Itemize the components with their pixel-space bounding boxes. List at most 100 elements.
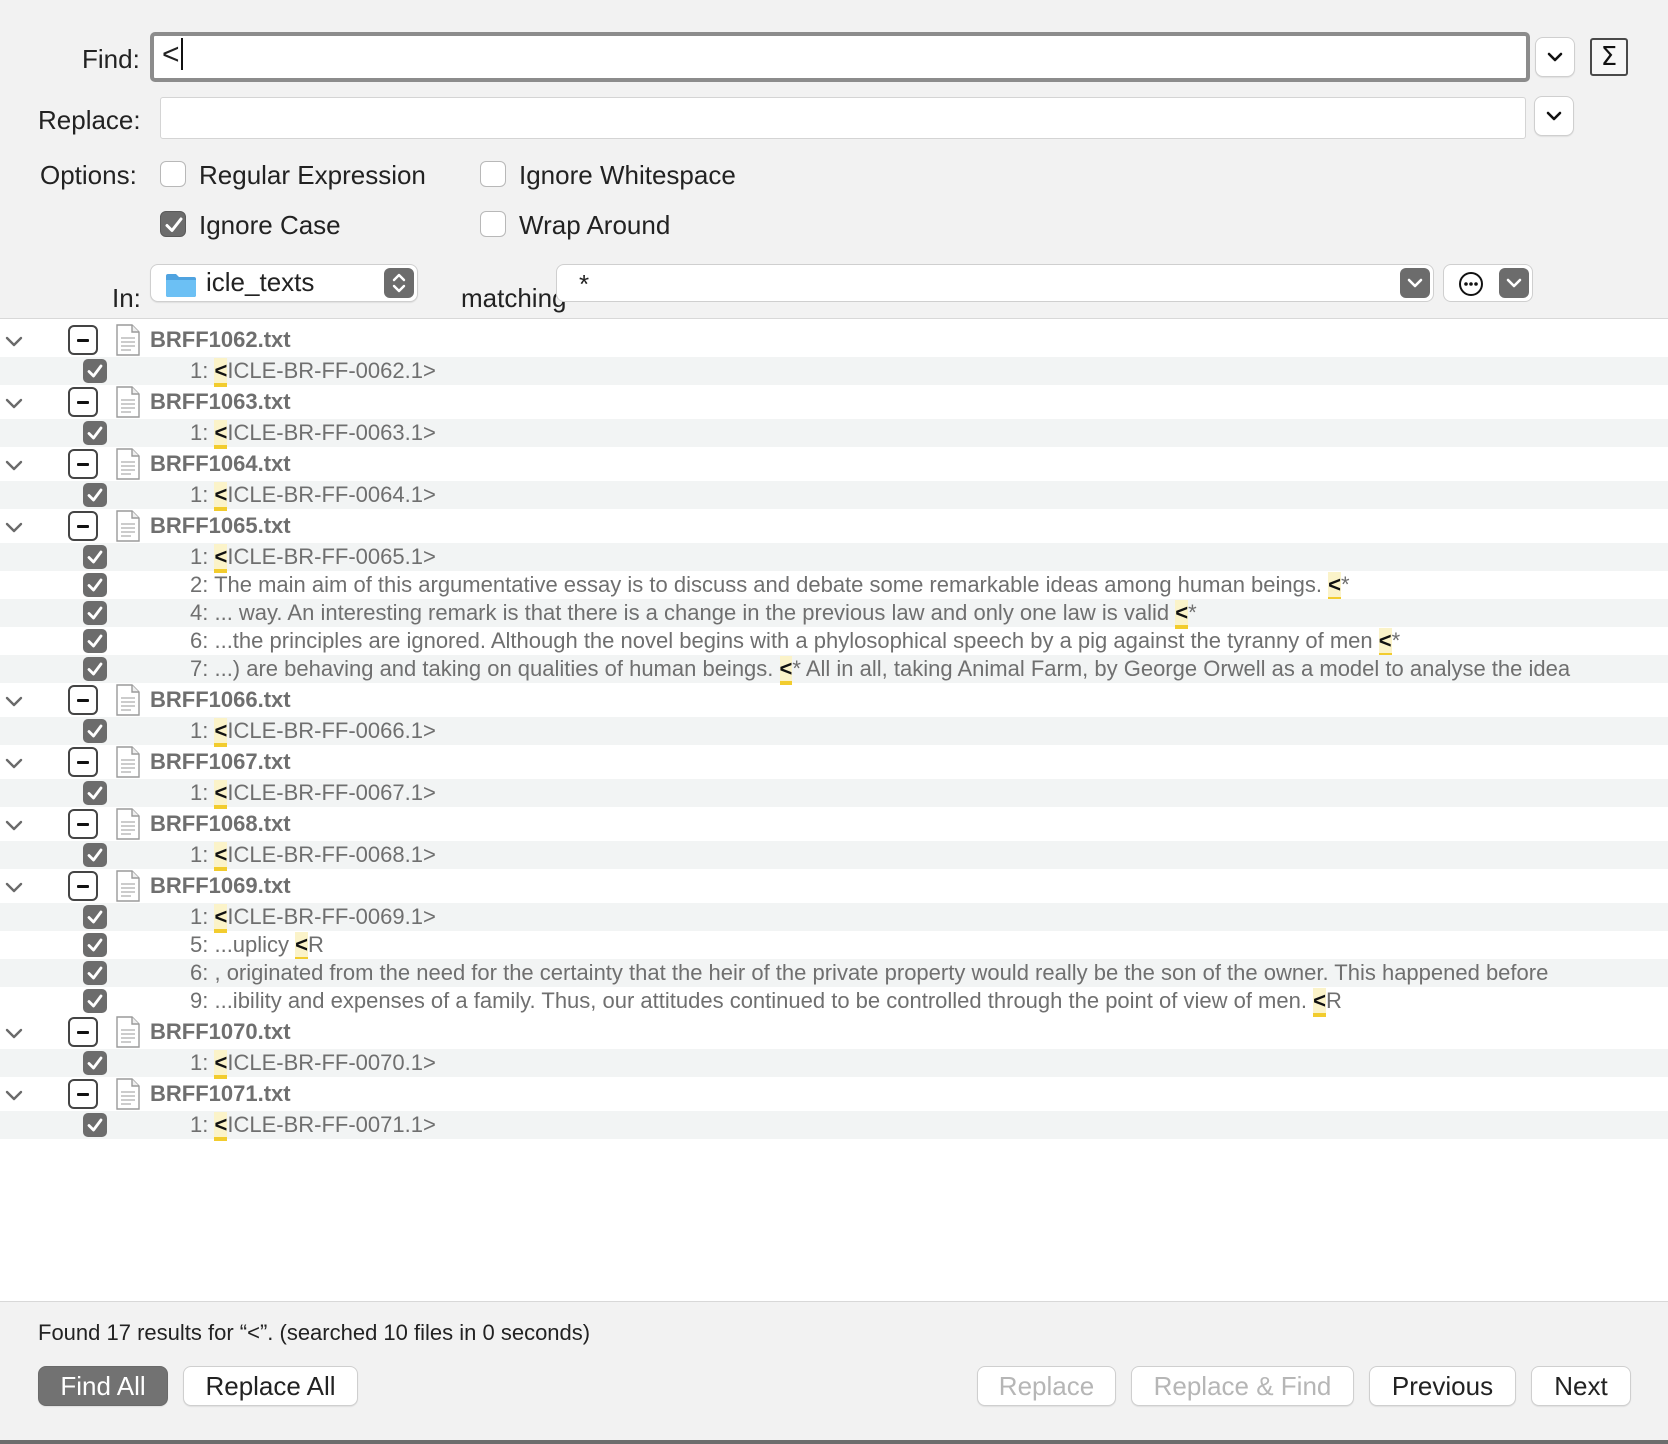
- status-text: Found 17 results for “<”. (searched 10 f…: [38, 1320, 591, 1345]
- wrap-around-checkbox[interactable]: [480, 211, 506, 237]
- match-row[interactable]: 4: ... way. An interesting remark is tha…: [0, 599, 1668, 629]
- disclosure-chevron-icon[interactable]: [5, 758, 23, 770]
- replace-button[interactable]: Replace: [977, 1366, 1116, 1406]
- file-row[interactable]: BRFF1065.txt: [0, 509, 1668, 543]
- more-options-dropdown[interactable]: [1499, 268, 1529, 298]
- file-mixed-checkbox[interactable]: [68, 1017, 98, 1047]
- file-row[interactable]: BRFF1067.txt: [0, 745, 1668, 779]
- match-context-before: ... way. An interesting remark is that t…: [208, 600, 1176, 625]
- find-history-button[interactable]: [1535, 37, 1575, 77]
- file-row[interactable]: BRFF1069.txt: [0, 869, 1668, 903]
- line-number: 4:: [190, 600, 209, 625]
- file-mixed-checkbox[interactable]: [68, 325, 98, 355]
- file-row[interactable]: BRFF1068.txt: [0, 807, 1668, 841]
- replace-history-button[interactable]: [1534, 96, 1574, 136]
- match-checkbox[interactable]: [83, 843, 107, 867]
- match-checkbox[interactable]: [83, 781, 107, 805]
- match-row[interactable]: 1: <ICLE-BR-FF-0063.1>: [0, 419, 1668, 449]
- match-row[interactable]: 1: <ICLE-BR-FF-0071.1>: [0, 1111, 1668, 1141]
- disclosure-chevron-icon[interactable]: [5, 1028, 23, 1040]
- ignore-case-checkbox[interactable]: [160, 211, 186, 237]
- find-input[interactable]: <: [150, 32, 1530, 82]
- regex-checkbox[interactable]: [160, 161, 186, 187]
- match-row[interactable]: 1: <ICLE-BR-FF-0067.1>: [0, 779, 1668, 809]
- file-row[interactable]: BRFF1064.txt: [0, 447, 1668, 481]
- matching-label: matching: [461, 283, 567, 313]
- match-row[interactable]: 5: ...uplicy <R: [0, 931, 1668, 961]
- folder-popup[interactable]: icle_texts: [150, 264, 418, 302]
- match-text: 1: <ICLE-BR-FF-0069.1>: [190, 904, 436, 933]
- match-row[interactable]: 1: <ICLE-BR-FF-0066.1>: [0, 717, 1668, 747]
- ellipsis-circle-icon[interactable]: [1458, 271, 1484, 297]
- match-checkbox[interactable]: [83, 629, 107, 653]
- file-mixed-checkbox[interactable]: [68, 449, 98, 479]
- document-icon: [116, 510, 140, 542]
- match-row[interactable]: 2: The main aim of this argumentative es…: [0, 571, 1668, 601]
- match-checkbox[interactable]: [83, 989, 107, 1013]
- disclosure-chevron-icon[interactable]: [5, 696, 23, 708]
- match-checkbox[interactable]: [83, 657, 107, 681]
- matching-dropdown-button[interactable]: [1400, 268, 1430, 298]
- disclosure-chevron-icon[interactable]: [5, 1090, 23, 1102]
- results-list[interactable]: BRFF1062.txt 1: <ICLE-BR-FF-0062.1> BRFF10…: [0, 318, 1668, 1302]
- file-row[interactable]: BRFF1071.txt: [0, 1077, 1668, 1111]
- match-highlight: <: [214, 1112, 228, 1141]
- disclosure-chevron-icon[interactable]: [5, 820, 23, 832]
- match-row[interactable]: 1: <ICLE-BR-FF-0069.1>: [0, 903, 1668, 933]
- file-mixed-checkbox[interactable]: [68, 1079, 98, 1109]
- file-mixed-checkbox[interactable]: [68, 511, 98, 541]
- match-row[interactable]: 7: ...) are behaving and taking on quali…: [0, 655, 1668, 685]
- match-checkbox[interactable]: [83, 933, 107, 957]
- file-mixed-checkbox[interactable]: [68, 809, 98, 839]
- match-checkbox[interactable]: [83, 1113, 107, 1137]
- match-row[interactable]: 1: <ICLE-BR-FF-0064.1>: [0, 481, 1668, 511]
- disclosure-chevron-icon[interactable]: [5, 522, 23, 534]
- sigma-button[interactable]: Σ: [1590, 38, 1628, 76]
- match-row[interactable]: 1: <ICLE-BR-FF-0068.1>: [0, 841, 1668, 871]
- match-row[interactable]: 1: <ICLE-BR-FF-0070.1>: [0, 1049, 1668, 1079]
- disclosure-chevron-icon[interactable]: [5, 882, 23, 894]
- previous-button[interactable]: Previous: [1369, 1366, 1516, 1406]
- match-checkbox[interactable]: [83, 601, 107, 625]
- disclosure-chevron-icon[interactable]: [5, 460, 23, 472]
- disclosure-chevron-icon[interactable]: [5, 336, 23, 348]
- ignore-whitespace-checkbox[interactable]: [480, 161, 506, 187]
- match-checkbox[interactable]: [83, 545, 107, 569]
- file-mixed-checkbox[interactable]: [68, 685, 98, 715]
- checkmark-icon: [87, 966, 103, 980]
- replace-and-find-button[interactable]: Replace & Find: [1131, 1366, 1354, 1406]
- replace-input[interactable]: [160, 97, 1526, 139]
- match-checkbox[interactable]: [83, 483, 107, 507]
- match-checkbox[interactable]: [83, 1051, 107, 1075]
- match-checkbox[interactable]: [83, 421, 107, 445]
- line-number: 7:: [190, 656, 209, 681]
- match-checkbox[interactable]: [83, 719, 107, 743]
- line-number: 5:: [190, 932, 209, 957]
- file-mixed-checkbox[interactable]: [68, 747, 98, 777]
- match-row[interactable]: 9: ...ibility and expenses of a family. …: [0, 987, 1668, 1017]
- find-all-button[interactable]: Find All: [38, 1366, 168, 1406]
- file-row[interactable]: BRFF1066.txt: [0, 683, 1668, 717]
- folder-name: icle_texts: [206, 267, 315, 297]
- match-checkbox[interactable]: [83, 905, 107, 929]
- match-row[interactable]: 1: <ICLE-BR-FF-0062.1>: [0, 357, 1668, 387]
- matching-input[interactable]: *: [556, 264, 1434, 302]
- match-checkbox[interactable]: [83, 359, 107, 383]
- file-name: BRFF1063.txt: [150, 389, 291, 414]
- match-checkbox[interactable]: [83, 573, 107, 597]
- match-context-after: ICLE-BR-FF-0063.1>: [227, 420, 436, 445]
- more-options-control[interactable]: [1443, 264, 1533, 302]
- next-button[interactable]: Next: [1531, 1366, 1631, 1406]
- file-row[interactable]: BRFF1070.txt: [0, 1015, 1668, 1049]
- match-row[interactable]: 6: , originated from the need for the ce…: [0, 959, 1668, 987]
- match-checkbox[interactable]: [83, 961, 107, 985]
- popup-stepper[interactable]: [384, 268, 414, 298]
- match-row[interactable]: 6: ...the principles are ignored. Althou…: [0, 627, 1668, 657]
- disclosure-chevron-icon[interactable]: [5, 398, 23, 410]
- file-row[interactable]: BRFF1062.txt: [0, 323, 1668, 357]
- file-mixed-checkbox[interactable]: [68, 387, 98, 417]
- replace-all-button[interactable]: Replace All: [183, 1366, 358, 1406]
- file-row[interactable]: BRFF1063.txt: [0, 385, 1668, 419]
- match-row[interactable]: 1: <ICLE-BR-FF-0065.1>: [0, 543, 1668, 573]
- file-mixed-checkbox[interactable]: [68, 871, 98, 901]
